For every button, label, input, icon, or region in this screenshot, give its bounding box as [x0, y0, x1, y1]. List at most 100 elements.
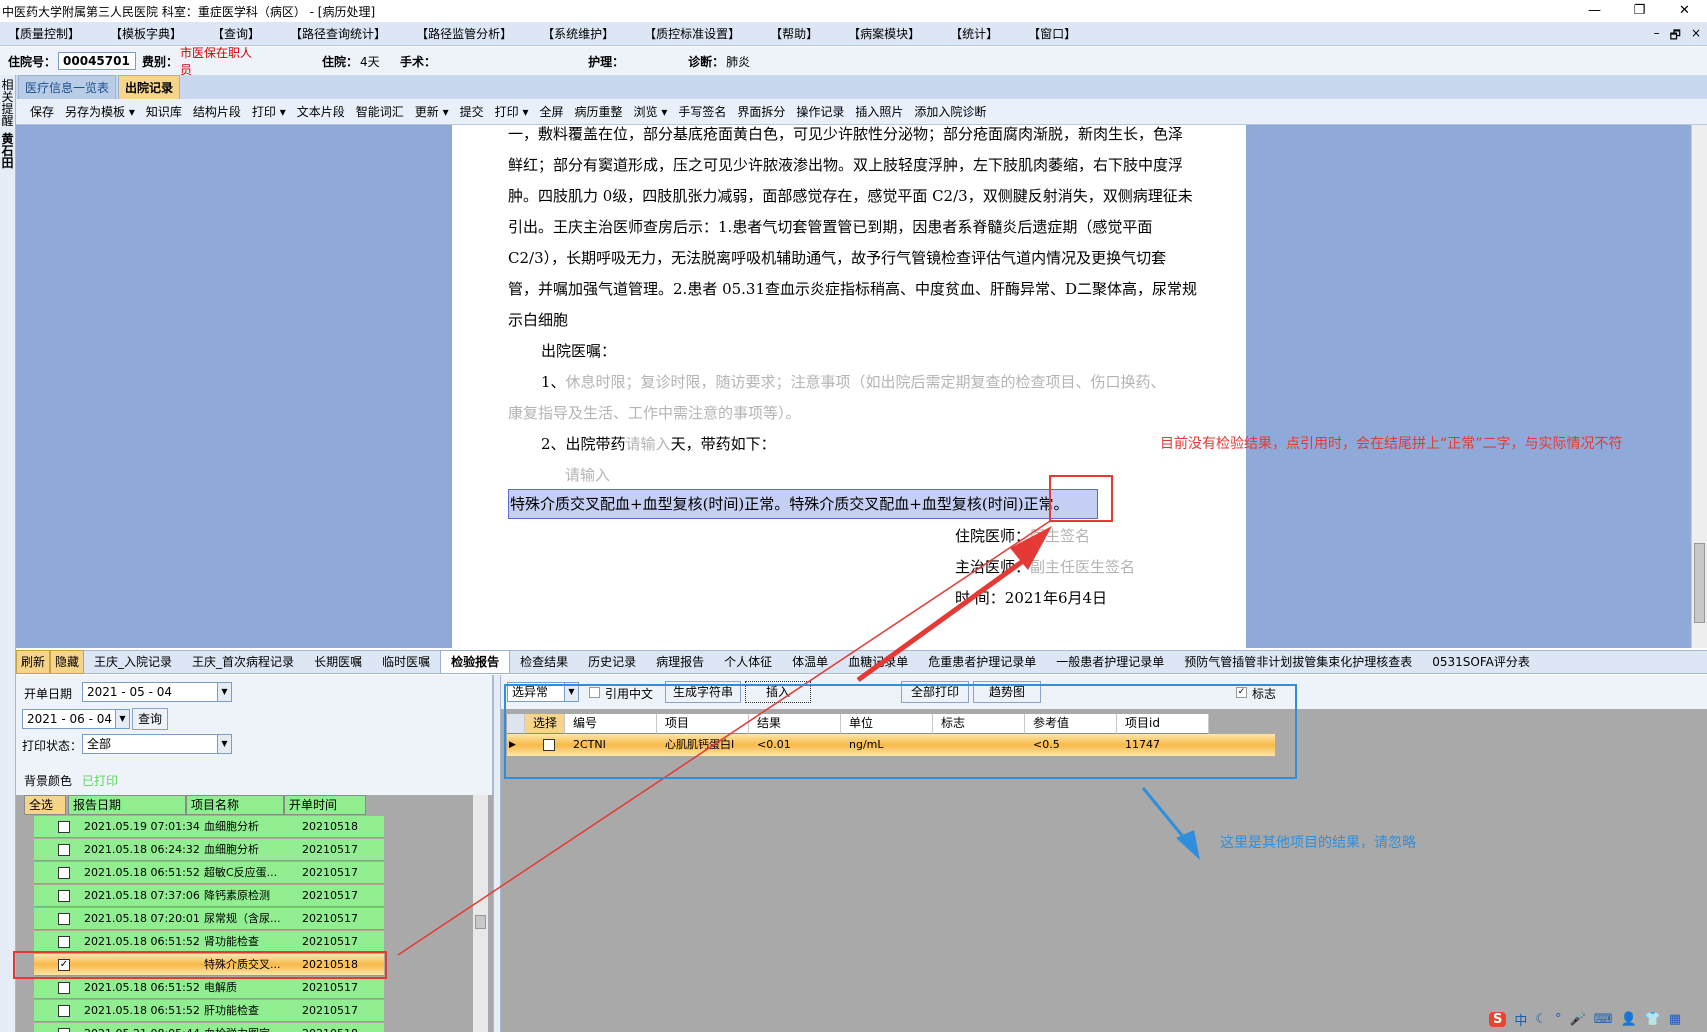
print-dropdown-button[interactable]: 打印 ▾	[252, 103, 286, 120]
lab-list-row[interactable]: 2021.05.18 07:37:06 降钙素原检测 20210517	[34, 885, 384, 907]
mdi-minimize-icon[interactable]: –	[1654, 26, 1660, 47]
item-name-header[interactable]: 项目名称	[186, 795, 284, 815]
code-header[interactable]: 编号	[565, 714, 657, 734]
row-checkbox[interactable]	[58, 1005, 70, 1017]
lab-list-row[interactable]: 2021.05.18 06:51:52 超敏C反应蛋... 20210517	[34, 862, 384, 884]
menu-window[interactable]: 【窗口】	[1028, 25, 1076, 42]
insert-button[interactable]: 插入	[745, 681, 811, 703]
tab-temp-orders[interactable]: 临时医嘱	[372, 651, 440, 673]
punctuation-icon[interactable]: °	[1555, 1012, 1562, 1027]
reorganize-button[interactable]: 病历重整	[574, 103, 622, 120]
scroll-thumb[interactable]	[475, 915, 486, 929]
print-all-button[interactable]: 全部打印	[901, 681, 969, 703]
item-id-header[interactable]: 项目id	[1117, 714, 1209, 734]
tab-first-course[interactable]: 王庆_首次病程记录	[182, 651, 304, 673]
print-status-select[interactable]: 全部 ▼	[82, 734, 232, 754]
tab-lab-report[interactable]: 检验报告	[440, 650, 511, 674]
skin-icon[interactable]: 👕	[1645, 1012, 1661, 1027]
tab-temperature[interactable]: 体温单	[782, 651, 838, 673]
menu-quality[interactable]: 【质量控制】	[8, 25, 80, 42]
result-header[interactable]: 结果	[749, 714, 841, 734]
tab-history[interactable]: 历史记录	[578, 651, 646, 673]
row-checkbox[interactable]	[58, 821, 70, 833]
row-checkbox[interactable]	[58, 1028, 70, 1032]
save-as-template-button[interactable]: 另存为模板 ▾	[65, 103, 135, 120]
save-button[interactable]: 保存	[30, 103, 54, 120]
start-date-input[interactable]: 2021 - 05 - 04 ▼	[82, 682, 232, 702]
knowledge-base-button[interactable]: 知识库	[146, 103, 182, 120]
generate-string-button[interactable]: 生成字符串	[665, 681, 741, 703]
flag-checkbox[interactable]: ✓	[1236, 687, 1247, 698]
medication-input[interactable]: 请输入	[565, 460, 610, 491]
insert-photo-button[interactable]: 插入照片	[855, 103, 903, 120]
minimize-icon[interactable]: —	[1572, 0, 1617, 22]
menu-statistics[interactable]: 【统计】	[950, 25, 998, 42]
lab-list-row[interactable]: 2021.05.18 06:51:52 电解质 20210517	[34, 977, 384, 999]
toolbox-icon[interactable]: ▦	[1669, 1012, 1681, 1027]
menu-path-monitor[interactable]: 【路径监管分析】	[416, 25, 512, 42]
flag-header[interactable]: 标志	[933, 714, 1025, 734]
resident-value[interactable]: 医生签名	[1030, 527, 1090, 545]
add-diagnosis-button[interactable]: 添加入院诊断	[914, 103, 986, 120]
tab-discharge-record[interactable]: 出院记录	[118, 75, 181, 99]
chinese-mode-icon[interactable]: 中	[1514, 1010, 1527, 1029]
fullscreen-button[interactable]: 全屏	[539, 103, 563, 120]
menu-query[interactable]: 【查询】	[212, 25, 260, 42]
user-icon[interactable]: 👤	[1621, 1012, 1637, 1027]
tab-long-term-orders[interactable]: 长期医嘱	[304, 651, 372, 673]
menu-template[interactable]: 【模板字典】	[110, 25, 182, 42]
mdi-restore-icon[interactable]: 🗗	[1670, 26, 1681, 47]
operation-log-button[interactable]: 操作记录	[796, 103, 844, 120]
abnormal-filter-select[interactable]: 选异常 ▼	[507, 682, 579, 702]
row-checkbox[interactable]	[58, 913, 70, 925]
row-checkbox[interactable]	[543, 739, 555, 751]
select-all-header[interactable]: 全选	[24, 795, 66, 815]
unit-header[interactable]: 单位	[841, 714, 933, 734]
tab-pathology[interactable]: 病理报告	[646, 651, 714, 673]
lab-list-row[interactable]: 2021.05.21 08:05:44 血栓弹力图定... 20210518	[34, 1023, 384, 1032]
tab-exam-results[interactable]: 检查结果	[510, 651, 578, 673]
row-checkbox[interactable]	[58, 982, 70, 994]
sogou-icon[interactable]: S	[1489, 1011, 1507, 1027]
trend-chart-button[interactable]: 趋势图	[973, 681, 1041, 703]
row-checkbox[interactable]: ✓	[58, 959, 70, 971]
tab-medical-overview[interactable]: 医疗信息一览表	[18, 75, 117, 99]
close-icon[interactable]: ✕	[1662, 0, 1707, 22]
menu-help[interactable]: 【帮助】	[770, 25, 818, 42]
refresh-button[interactable]: 刷新	[16, 650, 51, 674]
tab-sofa[interactable]: 0531SOFA评分表	[1422, 651, 1540, 673]
lab-list-row[interactable]: ✓ 特殊介质交叉... 20210518	[34, 954, 384, 976]
query-button[interactable]: 查询	[132, 708, 168, 730]
end-date-input[interactable]: 2021 - 06 - 04 ▼	[22, 709, 130, 729]
microphone-icon[interactable]: 🎤	[1570, 1012, 1586, 1027]
reminder-rail[interactable]: 相 关 提 醒 黄 石 田	[0, 75, 16, 1032]
select-header[interactable]: 选择	[525, 714, 565, 734]
tab-critical-nursing[interactable]: 危重患者护理记录单	[918, 651, 1046, 673]
tab-extubation-checklist[interactable]: 预防气管插管非计划拔管集束化护理核查表	[1174, 651, 1422, 673]
text-fragment-button[interactable]: 文本片段	[297, 103, 345, 120]
tab-glucose[interactable]: 血糖记录单	[838, 651, 918, 673]
handwritten-sign-button[interactable]: 手写签名	[678, 103, 726, 120]
lab-list-row[interactable]: 2021.05.18 06:24:32 血细胞分析 20210517	[34, 839, 384, 861]
tab-general-nursing[interactable]: 一般患者护理记录单	[1046, 651, 1174, 673]
halfwidth-icon[interactable]: ☾	[1535, 1012, 1547, 1027]
split-view-button[interactable]: 界面拆分	[737, 103, 785, 120]
row-checkbox[interactable]	[58, 936, 70, 948]
keyboard-icon[interactable]: ⌨	[1594, 1012, 1613, 1027]
menu-qc-standard[interactable]: 【质控标准设置】	[644, 25, 740, 42]
item-header[interactable]: 项目	[657, 714, 749, 734]
document-page[interactable]: 一，敷料覆盖在位，部分基底疮面黄白色，可见少许脓性分泌物；部分疮面腐肉渐脱，新肉…	[452, 125, 1246, 648]
lab-list-scrollbar[interactable]	[472, 795, 488, 1032]
lab-list-row[interactable]: 2021.05.18 06:51:52 肝功能检查 20210517	[34, 1000, 384, 1022]
menu-records[interactable]: 【病案模块】	[848, 25, 920, 42]
editor-scrollbar[interactable]	[1691, 125, 1707, 648]
order-1-text[interactable]: 休息时限；复诊时限，随访要求；注意事项（如出院后需定期复查的检查项目、伤口换药、	[566, 373, 1166, 391]
print-button[interactable]: 打印 ▾	[495, 103, 529, 120]
tab-vitals[interactable]: 个人体征	[714, 651, 782, 673]
result-row[interactable]: ▶ 2CTNI 心肌肌钙蛋白I <0.01 ng/mL <0.5 11747	[507, 734, 1275, 756]
attending-value[interactable]: 副主任医生签名	[1030, 558, 1135, 576]
structure-fragment-button[interactable]: 结构片段	[193, 103, 241, 120]
update-button[interactable]: 更新 ▾	[415, 103, 449, 120]
tab-admission-record[interactable]: 王庆_入院记录	[84, 651, 182, 673]
row-checkbox[interactable]	[58, 890, 70, 902]
